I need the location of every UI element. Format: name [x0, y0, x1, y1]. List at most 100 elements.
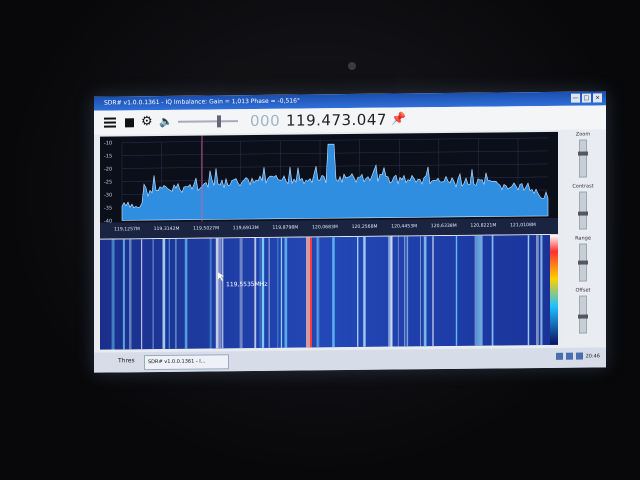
speaker-icon[interactable]: 🔈 [159, 115, 173, 128]
x-tick-label: 121,0108M [510, 222, 536, 228]
signal-trace [432, 236, 434, 347]
frequency-display[interactable]: 119.473.047 [286, 111, 387, 130]
range-slider-knob [578, 260, 588, 265]
offset-slider-knob [578, 314, 588, 319]
volume-tray-icon[interactable] [565, 352, 573, 360]
signal-trace [239, 238, 243, 349]
signal-trace [479, 235, 483, 346]
color-scale-bar [550, 234, 558, 345]
stop-icon[interactable] [125, 118, 134, 128]
zoom-label: Zoom [575, 131, 591, 138]
grid-line [122, 137, 548, 143]
grid-line [122, 150, 548, 156]
y-tick-label: -15 [104, 153, 112, 159]
signal-trace [215, 238, 219, 349]
x-tick-label: 120,4453M [391, 223, 417, 229]
y-tick-label: -35 [104, 205, 112, 211]
cursor-frequency-readout: 119,5535MHz [226, 281, 267, 288]
signal-trace [129, 239, 132, 350]
waterfall-display[interactable]: 119,5535MHz [100, 234, 558, 350]
signal-trace [141, 239, 143, 350]
notification-icon[interactable] [575, 352, 583, 360]
signal-trace [261, 237, 265, 348]
signal-trace [152, 239, 154, 350]
signal-trace [219, 238, 221, 349]
signal-trace [423, 236, 427, 347]
frequency-leading-digits[interactable]: 000 [250, 112, 280, 130]
signal-trace [455, 235, 458, 346]
signal-trace [420, 236, 421, 347]
signal-trace [539, 234, 543, 346]
signal-trace [536, 235, 539, 346]
close-button[interactable]: × [593, 93, 602, 103]
signal-trace [388, 236, 390, 347]
range-label: Range [575, 235, 591, 242]
contrast-label: Contrast [572, 183, 594, 190]
taskbar-item-sdr[interactable]: SDR# v1.0.0.1361 - I... [144, 354, 229, 371]
network-icon[interactable] [555, 352, 563, 360]
window-controls: — □ × [571, 93, 602, 103]
signal-trace [162, 238, 166, 349]
y-tick-label: -10 [104, 140, 112, 146]
signal-trace [221, 238, 224, 349]
x-tick-label: 120,2568M [352, 224, 378, 230]
signal-trace [357, 236, 359, 347]
volume-slider[interactable] [178, 115, 238, 128]
x-tick-label: 120,6338M [431, 223, 457, 229]
screen: SDR# v1.0.0.1361 - IQ Imbalance: Gain = … [94, 91, 606, 373]
x-tick-label: 119,5027M [193, 225, 219, 231]
signal-trace [363, 236, 366, 347]
system-tray: 20:46 [555, 352, 600, 360]
offset-label: Offset [575, 287, 591, 294]
signal-trace [280, 237, 283, 348]
contrast-slider[interactable] [578, 191, 588, 230]
y-tick-label: -20 [104, 166, 112, 172]
clock: 20:46 [585, 352, 600, 360]
signal-trace [491, 235, 494, 346]
x-tick-label: 119,8798M [272, 225, 298, 231]
y-tick-label: -30 [104, 192, 112, 198]
signal-trace [310, 237, 312, 348]
spectrum-trace [121, 143, 549, 221]
offset-slider[interactable] [578, 295, 588, 334]
zoom-slider[interactable] [578, 139, 588, 178]
signal-trace [332, 237, 335, 348]
signal-trace [111, 239, 115, 350]
start-button[interactable]: Thres [118, 357, 135, 364]
range-slider[interactable] [578, 243, 588, 282]
signal-trace [477, 235, 480, 346]
signal-trace [268, 237, 270, 348]
maximize-button[interactable]: □ [582, 93, 591, 103]
gear-icon[interactable]: ⚙ [141, 114, 153, 129]
signal-trace [528, 235, 529, 346]
signal-trace [404, 236, 406, 347]
minimize-button[interactable]: — [571, 93, 580, 103]
spectrum-analyzer[interactable]: -10 -15 -20 -25 -30 -35 -40 119,1257M 119,3142M… [100, 131, 558, 239]
signal-trace [390, 236, 393, 347]
display-settings-panel: Zoom Contrast Range Offset [564, 129, 602, 348]
signal-trace [122, 239, 125, 350]
signal-trace [317, 237, 320, 348]
menu-icon[interactable] [104, 117, 116, 128]
y-tick-label: -25 [104, 179, 112, 185]
pin-icon[interactable]: 📌 [391, 111, 406, 125]
contrast-slider-knob [578, 211, 588, 216]
x-tick-label: 120,0683M [312, 224, 338, 230]
spectrum-svg: -10-15-20-25-30-35-40 119,1257M 119,3142M… [100, 135, 558, 239]
zoom-slider-knob [578, 151, 588, 156]
signal-trace [259, 237, 261, 348]
signal-trace [406, 236, 409, 347]
webcam-housing [225, 60, 395, 96]
webcam-lens [348, 62, 356, 70]
x-tick-label: 119,3142M [154, 226, 180, 232]
signal-trace [254, 237, 257, 349]
signal-trace [175, 238, 177, 349]
x-tick-label: 120,8221M [470, 222, 496, 228]
signal-trace [168, 238, 170, 349]
x-tick-label: 119,1257M [114, 226, 140, 232]
signal-trace [277, 237, 279, 348]
signal-trace [209, 238, 212, 349]
toolbar: ⚙ 🔈 000 119.473.047 📌 [94, 105, 606, 135]
signal-trace [474, 235, 478, 346]
signal-trace [397, 236, 399, 347]
